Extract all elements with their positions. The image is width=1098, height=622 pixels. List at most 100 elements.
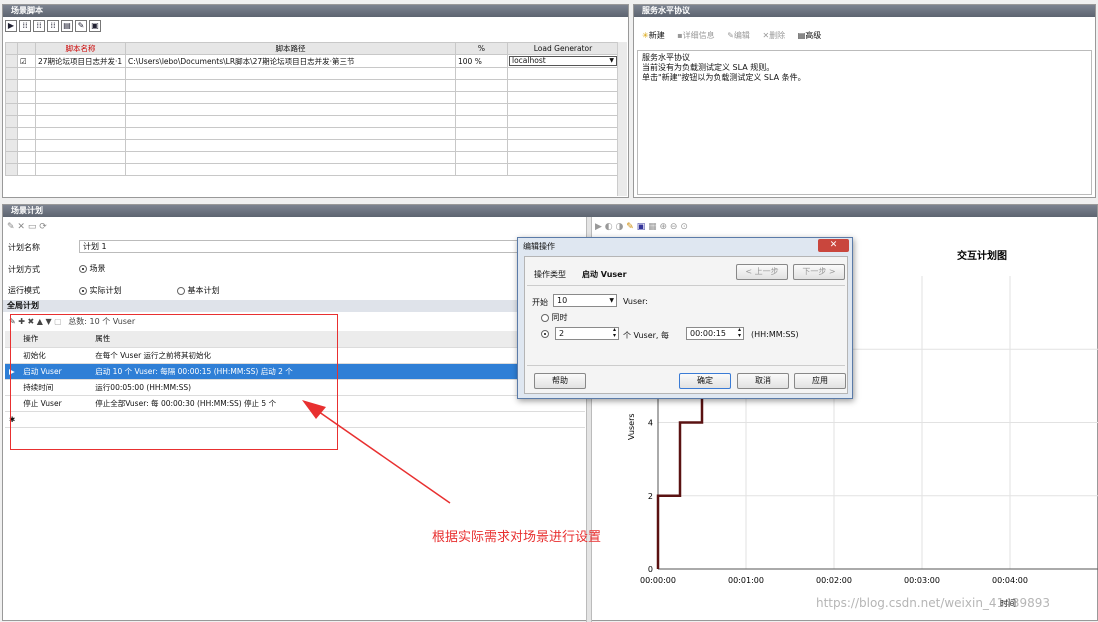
graph-tool-icon[interactable]: ◑ <box>616 222 624 232</box>
op-type-value: 启动 Vuser <box>582 270 627 279</box>
close-icon: ✕ <box>829 240 838 250</box>
script-name-cell[interactable]: 27期论坛项目日志并发·1 <box>35 54 126 68</box>
annotation-text: 根据实际需求对场景进行设置 <box>432 530 602 545</box>
schedule-panel-title: 场景计划 <box>3 205 1097 217</box>
col-script-path: 脚本路径 <box>125 42 456 55</box>
run-mode-basic[interactable]: 基本计划 <box>177 285 220 296</box>
run-icon[interactable]: ▶ <box>5 20 17 32</box>
delete-sla-button[interactable]: ✕删除 <box>762 31 785 40</box>
chart-title: 交互计划图 <box>957 249 1007 262</box>
radio-interval[interactable] <box>541 329 549 338</box>
schedule-new-icon[interactable]: ✎ <box>7 222 15 232</box>
plan-mode-option[interactable]: 场景 <box>79 263 106 274</box>
chevron-down-icon: ▼ <box>609 297 614 304</box>
run-mode-label: 运行模式 <box>8 286 40 295</box>
vuser-icon[interactable]: ⁞⁞ <box>19 20 31 32</box>
scripts-panel: 场景脚本 ▶ ⁞⁞ ⁞⁞ ⁞⁞ ▤ ✎ ▣ 脚本名称 脚本路径 % Load Generat… <box>2 4 629 198</box>
radio-simultaneous[interactable] <box>541 313 549 322</box>
stepper-icon[interactable]: ▴ ▾ <box>613 327 616 339</box>
dialog-title: 编辑操作 <box>523 242 555 251</box>
prev-button[interactable]: < 上一步 <box>736 264 788 280</box>
fit-icon[interactable]: ▦ <box>648 222 657 232</box>
radio-actual[interactable] <box>79 286 87 295</box>
col-check <box>17 42 36 55</box>
simultaneous-option[interactable]: 同时 <box>541 312 568 323</box>
start-count-value: 10 <box>557 296 568 305</box>
plan-name-field[interactable]: 计划 1 <box>79 240 519 253</box>
group-remove-icon[interactable]: ⁞⁞ <box>47 20 59 32</box>
y-tick-label: 4 <box>648 419 653 428</box>
sla-toolbar: ✳新建 ▪详细信息 ✎编辑 ✕删除 ▤高级 <box>642 30 821 41</box>
radio-basic[interactable] <box>177 286 185 295</box>
time-format: (HH:MM:SS) <box>751 330 799 339</box>
enable-checkbox[interactable]: ☑ <box>17 54 36 68</box>
pencil-icon[interactable]: ✎ <box>626 222 634 232</box>
sla-line: 单击"新建"按钮以为负载测试定义 SLA 条件。 <box>642 73 806 82</box>
zoom-in-icon[interactable]: ⊕ <box>659 222 667 232</box>
radio-scene[interactable] <box>79 264 87 273</box>
watermark: https://blog.csdn.net/weixin_41439893 <box>816 596 1051 610</box>
scripts-panel-title: 场景脚本 <box>3 5 628 17</box>
x-tick-label: 00:03:00 <box>904 576 940 585</box>
interval-time-field[interactable]: 00:00:15 ▴ ▾ <box>686 327 744 340</box>
script-edit-icon[interactable]: ✎ <box>75 20 87 32</box>
schedule-delete-icon[interactable]: ✕ <box>17 222 25 232</box>
x-tick-label: 00:00:00 <box>640 576 676 585</box>
new-icon: ✳ <box>642 31 649 40</box>
schedule-refresh-icon[interactable]: ⟳ <box>39 222 47 232</box>
next-button[interactable]: 下一步 > <box>793 264 845 280</box>
sla-line: 服务水平协议 <box>642 53 690 62</box>
apply-button[interactable]: 应用 <box>794 373 846 389</box>
script-path-cell[interactable]: C:\Users\lebo\Documents\LR脚本\27期论坛项目日志并发… <box>125 54 456 68</box>
op-type-label: 操作类型 <box>534 270 566 279</box>
schedule-toolbar: ✎ ✕ ▭ ⟳ <box>7 222 47 232</box>
sla-panel-title: 服务水平协议 <box>634 5 1095 17</box>
cancel-button[interactable]: 取消 <box>737 373 789 389</box>
sla-panel: 服务水平协议 ✳新建 ▪详细信息 ✎编辑 ✕删除 ▤高级 服务水平协议 当前没有… <box>633 4 1096 198</box>
sla-text-area: 服务水平协议 当前没有为负载测试定义 SLA 规则。 单击"新建"按钮以为负载测… <box>637 50 1092 195</box>
col-load-generator: Load Generator <box>507 42 619 55</box>
interval-option[interactable] <box>541 329 549 338</box>
y-tick-label: 2 <box>648 492 653 501</box>
x-tick-label: 00:02:00 <box>816 576 852 585</box>
start-unit: Vuser: <box>623 297 648 306</box>
sla-line: 当前没有为负载测试定义 SLA 规则。 <box>642 63 775 72</box>
advanced-sla-button[interactable]: ▤高级 <box>798 31 822 40</box>
y-tick-label: 0 <box>648 565 653 574</box>
scripts-scrollbar[interactable] <box>617 42 627 196</box>
scripts-table: 脚本名称 脚本路径 % Load Generator ☑ 27期论坛项目日志并发… <box>5 42 619 176</box>
chart-ylabel: Vusers <box>627 413 636 440</box>
table-row[interactable]: ☑ 27期论坛项目日志并发·1 C:\Users\lebo\Documents\… <box>5 54 619 68</box>
ok-button[interactable]: 确定 <box>679 373 731 389</box>
new-sla-button[interactable]: ✳新建 <box>642 31 665 40</box>
interval-count-field[interactable]: 2 ▴ ▾ <box>555 327 619 340</box>
annotation-arrow <box>302 400 451 504</box>
plan-name-label: 计划名称 <box>8 243 40 252</box>
edit-sla-button[interactable]: ✎编辑 <box>727 31 750 40</box>
details-sla-button[interactable]: ▪详细信息 <box>677 31 714 40</box>
edit-action-dialog: 编辑操作 ✕ 操作类型 启动 Vuser < 上一步 下一步 > 开始 10 ▼… <box>517 237 853 399</box>
global-plan-title: 全局计划 <box>3 300 585 312</box>
stepper-icon[interactable]: ▴ ▾ <box>738 327 741 339</box>
graph-tool-icon[interactable]: ▶ <box>595 222 602 232</box>
script-view-icon[interactable]: ▣ <box>89 20 101 32</box>
help-button[interactable]: 帮助 <box>534 373 586 389</box>
annotation-box <box>10 314 338 450</box>
zoom-out-icon[interactable]: ⊖ <box>670 222 678 232</box>
graph-toolbar: ▶ ◐ ◑ ✎ ▣ ▦ ⊕ ⊖ ⊙ <box>595 222 688 232</box>
x-tick-label: 00:04:00 <box>992 576 1028 585</box>
group-icon[interactable]: ⁞⁞ <box>33 20 45 32</box>
start-count-select[interactable]: 10 ▼ <box>553 294 617 307</box>
chevron-down-icon[interactable]: ▼ <box>609 57 614 65</box>
run-mode-actual[interactable]: 实际计划 <box>79 285 122 296</box>
details-icon[interactable]: ▤ <box>61 20 73 32</box>
load-generator-cell[interactable]: localhost ▼ <box>507 54 619 68</box>
schedule-rename-icon[interactable]: ▭ <box>28 222 37 232</box>
percent-cell[interactable]: 100 % <box>455 54 508 68</box>
dialog-close-button[interactable]: ✕ <box>818 239 849 252</box>
every-label: 个 Vuser, 每 <box>623 331 670 340</box>
col-script-name: 脚本名称 <box>35 42 126 55</box>
zoom-reset-icon[interactable]: ⊙ <box>680 222 688 232</box>
graph-tool-icon[interactable]: ◐ <box>605 222 613 232</box>
select-icon[interactable]: ▣ <box>637 222 646 232</box>
